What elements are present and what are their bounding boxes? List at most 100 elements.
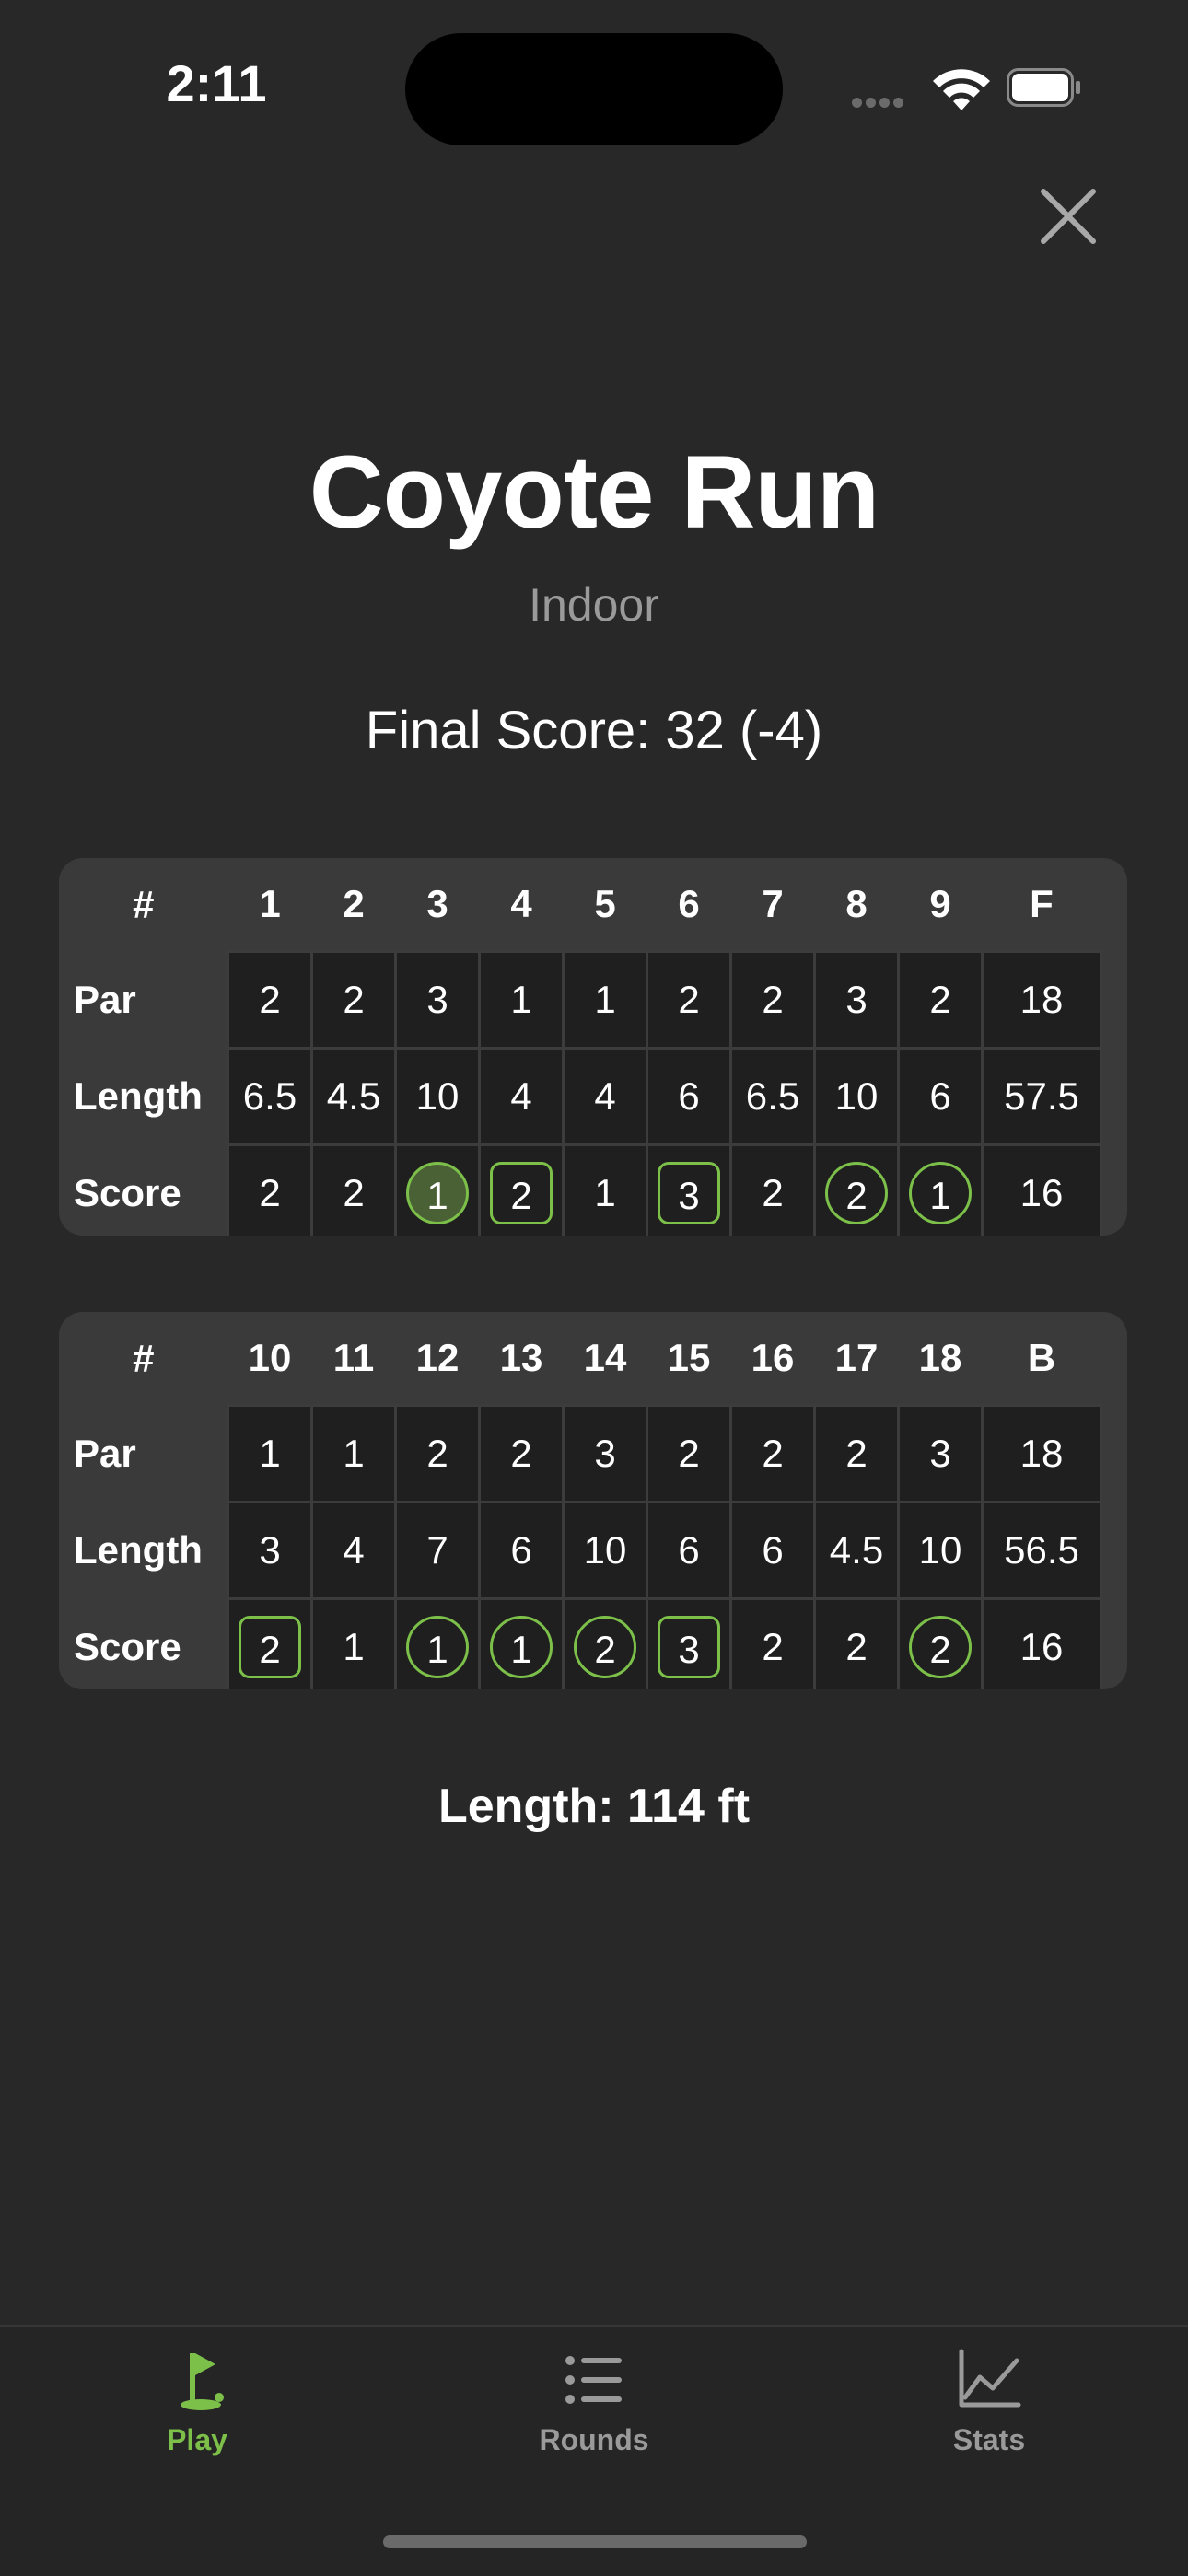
under-par-marker: 1	[909, 1162, 972, 1224]
length-cell: 7	[394, 1501, 481, 1600]
dynamic-island	[405, 33, 783, 145]
length-cell: 3	[227, 1501, 313, 1600]
length-cell: 6	[897, 1047, 984, 1146]
row-label: Length	[59, 1048, 228, 1145]
row-label: Par	[59, 951, 228, 1049]
tab-stats-label: Stats	[952, 2423, 1026, 2456]
hole-number: F	[1030, 882, 1054, 925]
hole-number: 16	[751, 1336, 795, 1379]
hole-number: 7	[762, 882, 784, 925]
hole-number: 13	[499, 1336, 543, 1379]
score-cell: 1	[310, 1597, 397, 1689]
score-cell: 1	[394, 1143, 481, 1236]
scorecard-front-nine: #1 2 3 4 5 6 7 8 9 F Par 2 2 3 1 1 2 2 3 2 18 Length 6.5 4.5 10 4…	[59, 858, 1127, 1236]
score-row: Score 2 1 1 1 2 3 2 2 2 16	[59, 1597, 1102, 1689]
par-cell: 2	[310, 950, 397, 1050]
under-par-marker: 1	[490, 1616, 553, 1678]
hole-number: 14	[583, 1336, 627, 1379]
score-cell: 2	[897, 1597, 984, 1689]
tab-stats[interactable]: Stats	[869, 2346, 1109, 2466]
hole-number-label: #	[59, 1312, 228, 1406]
length-cell: 10	[562, 1501, 648, 1600]
length-cell: 10	[394, 1047, 481, 1146]
hole-number: 9	[929, 882, 951, 925]
over-par-marker: 3	[658, 1616, 720, 1678]
score-cell: 2	[562, 1597, 648, 1689]
hole-number: 11	[332, 1336, 375, 1379]
scorecard-table: #1 2 3 4 5 6 7 8 9 F Par 2 2 3 1 1 2 2 3 2 18 Length 6.5 4.5 10 4…	[59, 858, 1102, 1236]
row-label: Length	[59, 1502, 228, 1599]
chart-line-icon	[959, 2349, 1021, 2408]
length-cell: 6.5	[227, 1047, 313, 1146]
score-cell: 3	[646, 1143, 732, 1236]
close-icon[interactable]	[1036, 184, 1101, 249]
score-cell: 1	[897, 1143, 984, 1236]
par-row: Par 2 2 3 1 1 2 2 3 2 18	[59, 950, 1102, 1050]
hole-number: 3	[426, 882, 448, 925]
par-cell: 2	[897, 950, 984, 1050]
length-cell: 10	[897, 1501, 984, 1600]
score-cell: 2	[478, 1143, 565, 1236]
length-cell: 6	[478, 1501, 565, 1600]
course-title: Coyote Run	[309, 435, 879, 550]
under-par-marker: 2	[909, 1616, 972, 1678]
par-cell: 1	[227, 1404, 313, 1503]
length-cell: 6.5	[729, 1047, 816, 1146]
score-cell: 2	[813, 1143, 900, 1236]
length-cell: 4.5	[310, 1047, 397, 1146]
score-row: Score 2 2 1 2 1 3 2 2 1 16	[59, 1143, 1102, 1236]
par-cell: 3	[394, 950, 481, 1050]
par-cell: 2	[729, 950, 816, 1050]
par-cell: 2	[478, 1404, 565, 1503]
over-par-marker: 2	[490, 1162, 553, 1224]
tab-play-label: Play	[167, 2423, 227, 2456]
length-cell: 4	[562, 1047, 648, 1146]
final-score: Final Score: 32 (-4)	[365, 701, 823, 760]
hole-header-row: #10 11 12 13 14 15 16 17 18 B	[59, 1312, 1101, 1406]
row-label: Par	[59, 1405, 228, 1503]
length-cell: 10	[813, 1047, 900, 1146]
hole-number: 6	[678, 882, 700, 925]
over-par-marker: 3	[658, 1162, 720, 1224]
par-cell: 3	[897, 1404, 984, 1503]
course-type: Indoor	[529, 579, 659, 631]
tab-rounds[interactable]: Rounds	[474, 2346, 714, 2466]
list-icon	[565, 2356, 622, 2404]
under-par-marker: 2	[574, 1616, 636, 1678]
score-cell: 16	[981, 1597, 1102, 1689]
hole-number-label: #	[59, 858, 228, 952]
length-cell: 6	[646, 1501, 732, 1600]
hole-number: 10	[248, 1336, 292, 1379]
par-cell: 3	[813, 950, 900, 1050]
under-par-marker: 1	[406, 1616, 469, 1678]
row-label: Score	[59, 1144, 228, 1236]
golf-flag-icon	[181, 2353, 224, 2410]
score-cell: 1	[562, 1143, 648, 1236]
cellular-signal-icon	[852, 96, 907, 112]
par-cell: 2	[394, 1404, 481, 1503]
under-par-marker: 1	[406, 1162, 469, 1224]
par-cell: 2	[646, 1404, 732, 1503]
hole-number: 17	[834, 1336, 879, 1379]
total-length: Length: 114 ft	[437, 1780, 751, 1833]
score-cell: 2	[813, 1597, 900, 1689]
length-cell: 57.5	[981, 1047, 1102, 1146]
length-cell: 56.5	[981, 1501, 1102, 1600]
par-cell: 3	[562, 1404, 648, 1503]
row-label: Score	[59, 1598, 228, 1689]
hole-number: 4	[510, 882, 532, 925]
score-cell: 2	[310, 1143, 397, 1236]
par-cell: 1	[478, 950, 565, 1050]
status-bar: 2:11	[0, 0, 1188, 184]
home-indicator	[383, 2535, 807, 2548]
scorecard-back-nine: #10 11 12 13 14 15 16 17 18 B Par 1 1 2 2 3 2 2 2 3 18 Length…	[59, 1312, 1127, 1689]
score-cell: 2	[729, 1597, 816, 1689]
length-cell: 6	[729, 1501, 816, 1600]
par-cell: 2	[729, 1404, 816, 1503]
tab-play[interactable]: Play	[77, 2346, 317, 2466]
length-cell: 6	[646, 1047, 732, 1146]
scorecard-table: #10 11 12 13 14 15 16 17 18 B Par 1 1 2 2 3 2 2 2 3 18 Length…	[59, 1312, 1102, 1689]
length-cell: 4	[478, 1047, 565, 1146]
par-cell: 1	[562, 950, 648, 1050]
hole-number: 18	[918, 1336, 962, 1379]
